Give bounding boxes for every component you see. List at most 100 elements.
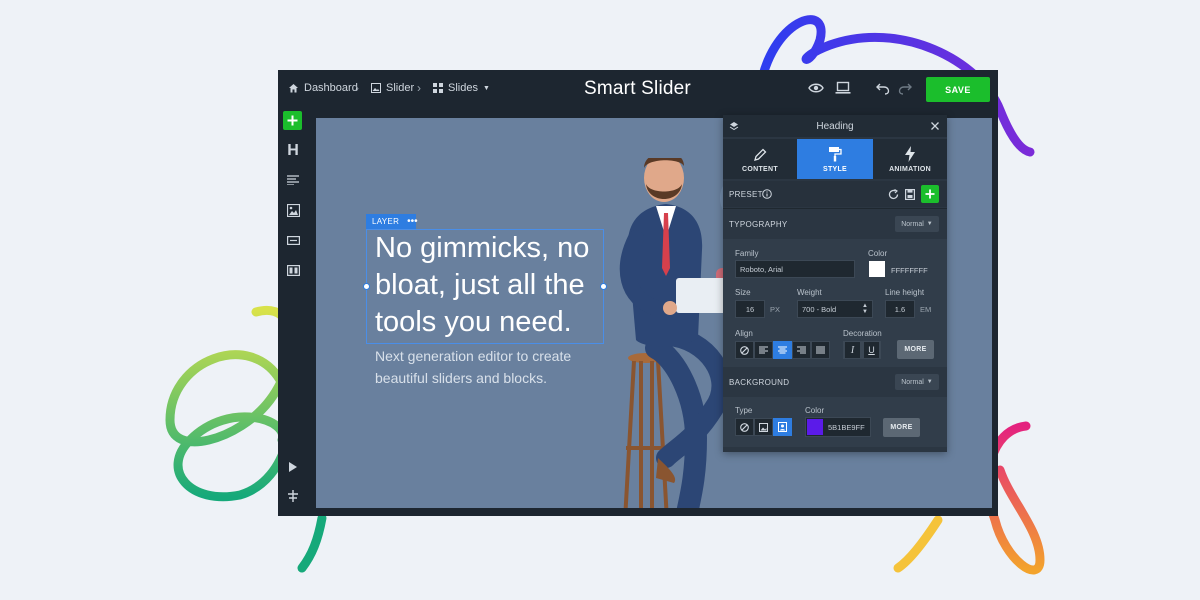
text-color-swatch[interactable] bbox=[869, 261, 885, 277]
info-icon[interactable] bbox=[762, 189, 772, 199]
app-logo: Smart Slider bbox=[584, 78, 691, 99]
breadcrumb-separator: › bbox=[355, 81, 359, 95]
slide-heading[interactable]: No gimmicks, no bloat, just all the tool… bbox=[375, 230, 615, 341]
breadcrumb-label: Slider bbox=[386, 82, 415, 94]
align-center-button[interactable] bbox=[773, 341, 792, 359]
row-layer-button[interactable] bbox=[282, 259, 304, 281]
play-button[interactable] bbox=[282, 456, 304, 478]
lightning-icon bbox=[905, 146, 915, 162]
save-button[interactable]: SAVE bbox=[926, 77, 990, 102]
eye-icon[interactable] bbox=[808, 81, 824, 95]
bg-type-none-button[interactable] bbox=[735, 418, 754, 436]
align-left-icon bbox=[759, 346, 768, 354]
panel-header[interactable]: Heading bbox=[723, 115, 947, 137]
line-height-value: 1.6 bbox=[894, 304, 906, 314]
heading-layer-button[interactable]: H bbox=[282, 140, 304, 162]
bg-type-color-button[interactable] bbox=[773, 418, 792, 436]
add-icon bbox=[287, 115, 298, 126]
align-right-icon bbox=[797, 346, 806, 354]
tab-label: ANIMATION bbox=[889, 166, 931, 173]
tab-content[interactable]: CONTENT bbox=[723, 139, 797, 179]
background-fields: Type Color 5B1BE9FF MORE bbox=[723, 397, 947, 447]
portrait-icon bbox=[778, 422, 787, 432]
heading-icon: H bbox=[287, 142, 299, 159]
align-justify-button[interactable] bbox=[811, 341, 830, 359]
add-preset-button[interactable] bbox=[921, 185, 939, 203]
layer-settings-panel: Heading CONTENT STYLE ANIMATION PRESET T… bbox=[723, 115, 947, 452]
add-layer-button[interactable] bbox=[283, 111, 302, 130]
breadcrumb-dashboard[interactable]: Dashboard bbox=[288, 82, 358, 94]
subtext-line: Next generation editor to create bbox=[375, 348, 572, 364]
pencil-icon bbox=[754, 148, 767, 161]
reset-icon[interactable] bbox=[888, 189, 899, 200]
background-mode-dropdown[interactable]: Normal ▼ bbox=[895, 374, 939, 390]
background-label: BACKGROUND bbox=[729, 378, 790, 387]
size-unit: PX bbox=[770, 305, 781, 314]
font-size-input[interactable]: 16 bbox=[735, 300, 765, 318]
subtext-line: beautiful sliders and blocks. bbox=[375, 370, 547, 386]
bg-type-image-button[interactable] bbox=[754, 418, 773, 436]
background-color-swatch[interactable] bbox=[807, 419, 823, 435]
image-icon bbox=[759, 422, 768, 432]
layer-tag[interactable]: LAYER ••• bbox=[366, 214, 418, 229]
add-icon bbox=[925, 189, 935, 199]
decoration-segmented-control: I U bbox=[843, 341, 881, 359]
divider bbox=[723, 208, 947, 209]
top-bar: Dashboard › Slider › Slides ▼ Smart Slid… bbox=[278, 70, 998, 108]
underline-icon: U bbox=[863, 341, 880, 359]
breadcrumb-separator: › bbox=[417, 81, 421, 95]
align-justify-icon bbox=[816, 346, 825, 354]
align-none-button[interactable] bbox=[735, 341, 754, 359]
laptop-icon[interactable] bbox=[835, 81, 851, 95]
typography-mode-dropdown[interactable]: Normal ▼ bbox=[895, 216, 939, 232]
background-color-field[interactable]: 5B1BE9FF bbox=[805, 417, 871, 437]
breadcrumb-label: Slides bbox=[448, 82, 478, 94]
line-height-label: Line height bbox=[885, 288, 925, 297]
resize-handle-left[interactable] bbox=[363, 283, 370, 290]
preset-row: PRESET bbox=[723, 181, 947, 207]
chevron-updown-icon: ▲ ▼ bbox=[862, 303, 868, 315]
sidebar: H bbox=[278, 108, 308, 516]
typography-label: TYPOGRAPHY bbox=[729, 220, 788, 229]
italic-button[interactable]: I bbox=[843, 341, 862, 359]
align-right-button[interactable] bbox=[792, 341, 811, 359]
background-color-value: 5B1BE9FF bbox=[828, 423, 865, 432]
close-icon[interactable] bbox=[931, 122, 939, 130]
background-type-control bbox=[735, 418, 792, 436]
slide-subtext[interactable]: Next generation editor to create beautif… bbox=[375, 345, 615, 389]
align-left-button[interactable] bbox=[754, 341, 773, 359]
tab-style[interactable]: STYLE bbox=[797, 139, 873, 179]
breadcrumb-slider[interactable]: Slider bbox=[371, 82, 414, 94]
text-icon bbox=[287, 175, 299, 185]
font-weight-select[interactable]: 700 - Bold ▲ ▼ bbox=[797, 300, 873, 318]
heading-line: No gimmicks, no bbox=[375, 232, 590, 264]
breadcrumb-slides[interactable]: Slides ▼ bbox=[433, 82, 490, 94]
button-layer-button[interactable] bbox=[282, 229, 304, 251]
align-center-icon bbox=[778, 346, 787, 354]
line-height-input[interactable]: 1.6 bbox=[885, 300, 915, 318]
decoration-label: Decoration bbox=[843, 329, 882, 338]
typography-section-header: TYPOGRAPHY Normal ▼ bbox=[723, 212, 947, 236]
save-preset-icon[interactable] bbox=[905, 189, 915, 200]
underline-button[interactable]: U bbox=[862, 341, 881, 359]
dropdown-value: Normal bbox=[901, 378, 924, 386]
undo-icon[interactable] bbox=[876, 81, 890, 95]
panel-tabs: CONTENT STYLE ANIMATION bbox=[723, 139, 947, 179]
background-section-header: BACKGROUND Normal ▼ bbox=[723, 370, 947, 394]
text-layer-button[interactable] bbox=[282, 169, 304, 191]
tab-animation[interactable]: ANIMATION bbox=[873, 139, 947, 179]
image-layer-button[interactable] bbox=[282, 199, 304, 221]
play-icon bbox=[289, 462, 297, 472]
dropdown-value: Normal bbox=[901, 220, 924, 228]
text-color-value[interactable]: FFFFFFFF bbox=[891, 266, 928, 275]
structure-button[interactable] bbox=[282, 485, 304, 507]
row-icon bbox=[286, 264, 300, 276]
typography-more-button[interactable]: MORE bbox=[897, 340, 934, 359]
background-more-button[interactable]: MORE bbox=[883, 418, 920, 437]
panel-title: Heading bbox=[816, 121, 854, 132]
redo-icon[interactable] bbox=[898, 81, 912, 95]
more-options-icon[interactable]: ••• bbox=[407, 216, 418, 227]
structure-icon bbox=[288, 490, 298, 502]
grid-icon bbox=[433, 83, 443, 93]
font-family-input[interactable]: Roboto, Arial bbox=[735, 260, 855, 278]
